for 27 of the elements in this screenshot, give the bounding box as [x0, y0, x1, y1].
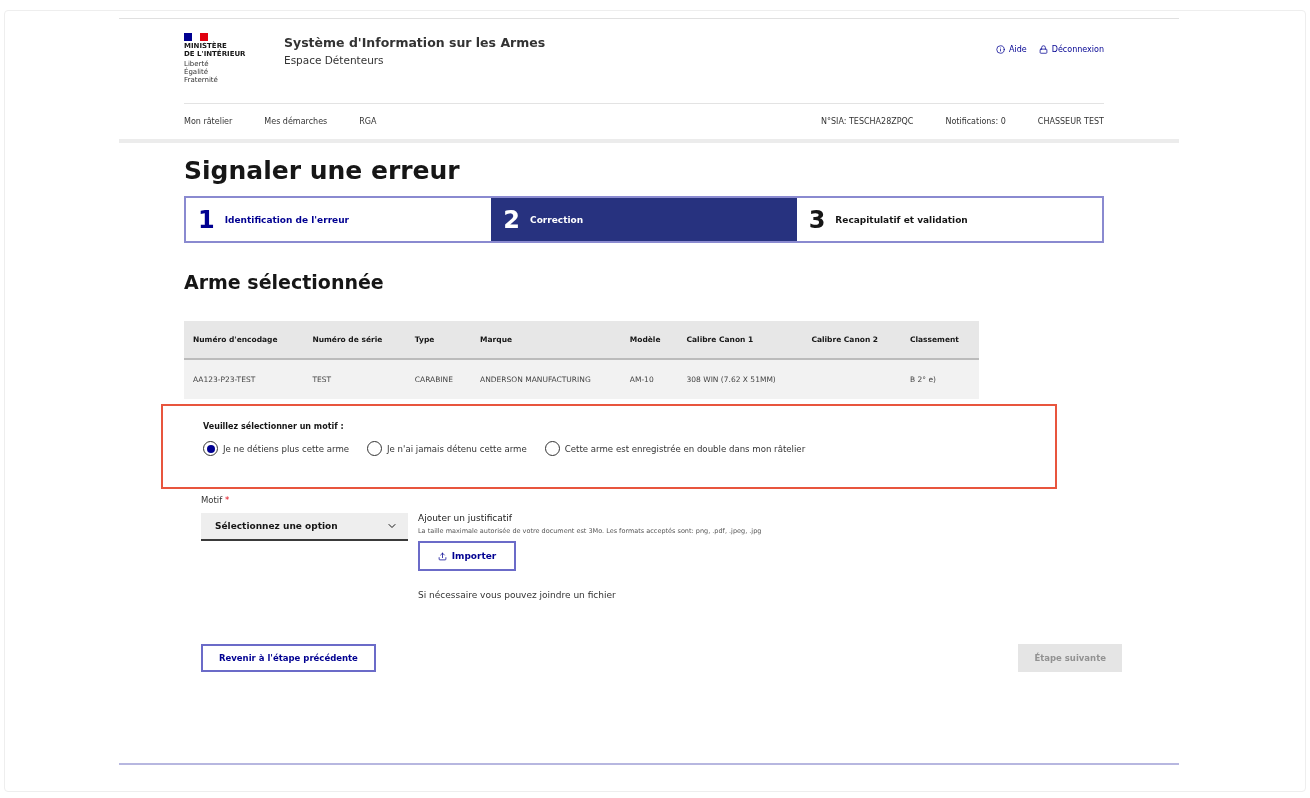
import-button[interactable]: Importer: [418, 541, 516, 571]
account-info: Notifications: 0: [945, 117, 1006, 126]
radio-option[interactable]: Je ne détiens plus cette arme: [203, 441, 350, 456]
back-button[interactable]: Revenir à l'étape précédente: [201, 644, 376, 672]
radio-option[interactable]: Cette arme est enregistrée en double dans mon râtelier: [544, 441, 806, 456]
account-info: CHASSEUR TEST: [1037, 117, 1104, 126]
attachment-title: Ajouter un justificatif: [418, 513, 514, 523]
flag-icon: [184, 33, 208, 41]
reason-label: Veuillez sélectionner un motif :: [203, 422, 345, 431]
lock-icon: [1038, 45, 1048, 54]
motif-label: Motif *: [201, 495, 231, 505]
page-title: Signaler une erreur: [184, 156, 461, 185]
site-title: Système d'Information sur les Armes: [284, 35, 547, 50]
nav-link[interactable]: Mon râtelier: [184, 117, 233, 126]
radio-option[interactable]: Je n'ai jamais détenu cette arme: [367, 441, 527, 456]
logout-link[interactable]: Déconnexion: [1038, 45, 1104, 54]
info-icon: [996, 45, 1006, 54]
upload-icon: [437, 551, 447, 561]
step: 2 Correction: [491, 198, 797, 241]
nav-link[interactable]: RGA: [359, 117, 377, 126]
motif-select[interactable]: Sélectionnez une option: [201, 513, 408, 541]
account-info: N°SIA: TESCHA28ZPQC: [821, 117, 914, 126]
site-subtitle: Espace Détenteurs: [284, 54, 385, 66]
nav-link[interactable]: Mes démarches: [264, 117, 328, 126]
help-link[interactable]: Aide: [996, 45, 1027, 54]
section-title: Arme sélectionnée: [184, 271, 385, 293]
attachment-note: Si nécessaire vous pouvez joindre un fichier: [418, 590, 617, 600]
